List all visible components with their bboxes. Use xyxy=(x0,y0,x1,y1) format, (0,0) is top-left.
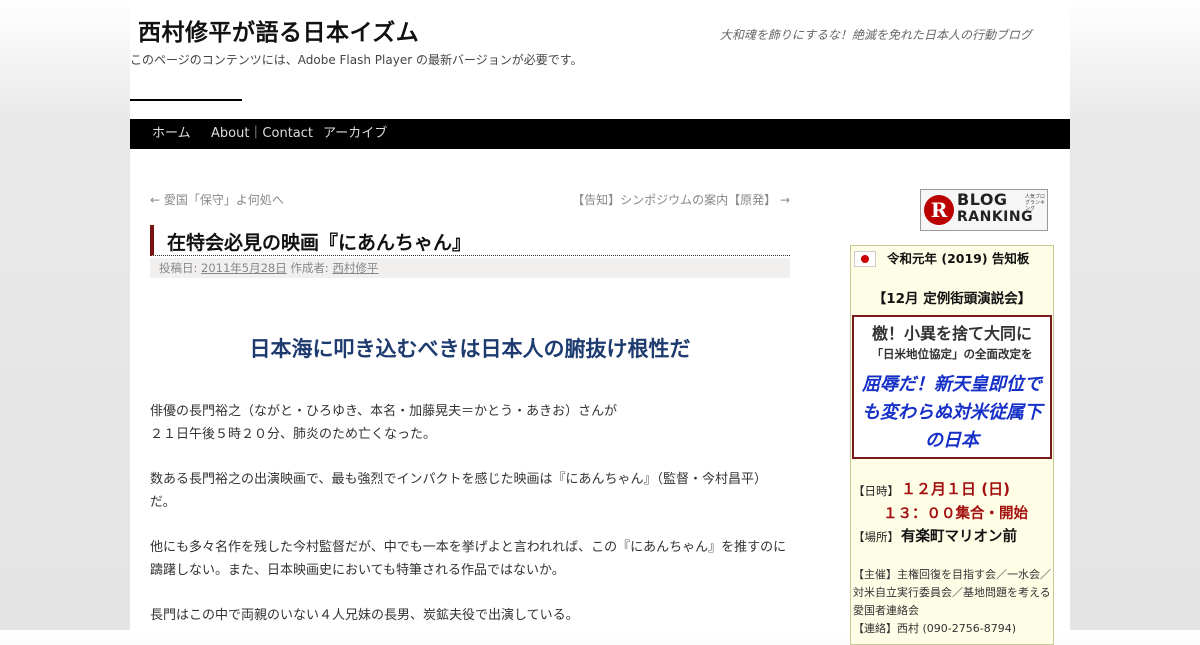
page-container: 西村修平が語る日本イズム 大和魂を飾りにするな！絶滅を免れた日本人の行動ブログ … xyxy=(130,0,1070,645)
ranking-blog-text: BLOG xyxy=(957,190,1008,209)
posted-on-label: 投稿日: xyxy=(159,261,198,275)
slogan-line-1: 檄！小異を捨て大同に xyxy=(871,324,1032,343)
paragraph-line: 俳優の長門裕之（ながと・ひろゆき、本名・加藤晃夫＝かとう・あきお）さんが xyxy=(150,404,618,419)
event-time: １３：００集合・開始 xyxy=(883,506,1028,522)
nav-archive[interactable]: アーカイブ xyxy=(323,119,387,149)
paragraph-line: 他にも多々名作を残した今村監督だが、中でも一本を挙げよと言われれば、この『にあん… xyxy=(150,540,787,555)
flag-sun xyxy=(861,255,869,263)
entry-meta: 投稿日: 2011年5月28日 作成者: 西村修平 xyxy=(150,258,790,278)
paragraph-line: ２１日午後５時２０分、肺炎のため亡くなった。 xyxy=(150,426,437,442)
paragraph-line: 数ある長門裕之の出演映画で、最も強烈でインパクトを感じた映画は『にあんちゃん』（… xyxy=(150,472,767,487)
nav-about-contact[interactable]: About｜Contact xyxy=(211,119,313,149)
main-nav: ホーム About｜Contact アーカイブ xyxy=(130,119,1070,149)
event-date: １２月１日 (日) xyxy=(901,480,1010,498)
entry-title-bar: 在特会必見の映画『にあんちゃん』 xyxy=(150,225,790,256)
notice-event: 【12月 定例街頭演説会】 xyxy=(872,291,1032,307)
notice-slogan-box: 檄！小異を捨て大同に 「日米地位協定」の全面改定を 屈辱だ！新天皇即位でも変わら… xyxy=(852,315,1052,459)
place-label: 【場所】 xyxy=(853,530,899,544)
previous-post-link[interactable]: ← 愛国「保守」よ何処へ xyxy=(150,191,284,208)
slogan-line-2: 「日米地位協定」の全面改定を xyxy=(871,347,1033,361)
event-contact: 【連絡】西村 (090-2756-8794) xyxy=(853,622,1017,635)
post-paragraph: 他にも多々名作を残した今村監督だが、中でも一本を挙げよと言われれば、この『にあん… xyxy=(150,537,795,582)
entry-title[interactable]: 在特会必見の映画『にあんちゃん』 xyxy=(167,228,471,255)
header-divider xyxy=(130,99,242,101)
date-label: 【日時】 xyxy=(853,484,899,498)
notice-title: 令和元年 (2019) 告知板 xyxy=(887,251,1030,266)
post-paragraph: 長門はこの中で両親のいない４人兄妹の長男、炭鉱夫役で出演している。 xyxy=(150,605,795,628)
post-headline: 日本海に叩き込むべきは日本人の腑抜け根性だ xyxy=(249,337,691,361)
author-label: 作成者: xyxy=(290,261,329,275)
slogan-line-3: 屈辱だ！新天皇即位でも変わらぬ対米従属下の日本 xyxy=(862,374,1042,451)
notice-board: 令和元年 (2019) 告知板 【12月 定例街頭演説会】 檄！小異を捨て大同に… xyxy=(850,245,1054,645)
r-logo-letter: R xyxy=(930,198,948,222)
japan-flag-icon xyxy=(854,251,876,267)
post-date-link[interactable]: 2011年5月28日 xyxy=(201,261,287,275)
paragraph-line: 躊躇しない。また、日本映画史においても特筆される作品ではないか。 xyxy=(150,562,565,578)
nav-home[interactable]: ホーム xyxy=(152,119,191,149)
blog-ranking-banner[interactable]: R BLOG RANKING 人気ブログランキング xyxy=(920,189,1048,231)
event-place: 有楽町マリオン前 xyxy=(901,529,1017,545)
author-link[interactable]: 西村修平 xyxy=(332,261,378,275)
site-title[interactable]: 西村修平が語る日本イズム xyxy=(138,13,419,47)
paragraph-line: 長門はこの中で両親のいない４人兄妹の長男、炭鉱夫役で出演している。 xyxy=(150,608,579,623)
ranking-ranking-text: RANKING xyxy=(957,209,1034,225)
event-host: 【主催】主権回復を目指す会／一水会／対米自立実行委員会／基地問題を考える愛国者連… xyxy=(853,568,1051,617)
site-description: 大和魂を飾りにするな！絶滅を免れた日本人の行動ブログ xyxy=(719,28,1032,42)
flash-player-notice: このページのコンテンツには、Adobe Flash Player の最新バージョ… xyxy=(130,53,583,67)
paragraph-line: だ。 xyxy=(150,494,176,510)
ranking-small-text: 人気ブログランキング xyxy=(1025,194,1046,212)
post-paragraph: 俳優の長門裕之（ながと・ひろゆき、本名・加藤晃夫＝かとう・あきお）さんが ２１日… xyxy=(150,401,795,446)
post-paragraph: 数ある長門裕之の出演映画で、最も強烈でインパクトを感じた映画は『にあんちゃん』（… xyxy=(150,469,795,514)
next-post-link[interactable]: 【告知】シンポジウムの案内【原発】 → xyxy=(572,191,790,208)
